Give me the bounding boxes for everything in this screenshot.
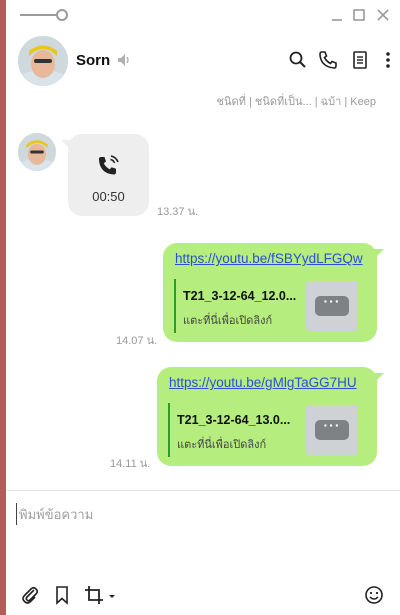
paperclip-icon[interactable] bbox=[20, 585, 40, 605]
message-composer[interactable] bbox=[6, 491, 400, 569]
emoji-icon[interactable] bbox=[364, 585, 384, 605]
bookmark-icon[interactable] bbox=[52, 585, 72, 605]
search-icon[interactable] bbox=[288, 50, 308, 70]
link-thumbnail: ··· bbox=[306, 405, 358, 455]
chat-window: Sorn ชนิดที่ | ชนิดที่เป็น... | ฉบ้า | K… bbox=[6, 0, 400, 615]
link-preview-title: T21_3-12-64_13.0... bbox=[177, 413, 291, 427]
chat-header: Sorn bbox=[6, 30, 400, 90]
call-duration: 00:50 bbox=[92, 189, 125, 204]
notes-icon[interactable] bbox=[350, 50, 370, 70]
link-url[interactable]: https://youtu.be/fSBYydLFGQw bbox=[175, 251, 363, 266]
composer-toolbar bbox=[6, 580, 400, 612]
message-list[interactable]: ชนิดที่ | ชนิดที่เป็น... | ฉบ้า | Keep 0… bbox=[6, 90, 400, 490]
message-time: 14.11 น. bbox=[110, 458, 151, 470]
link-message[interactable]: https://youtu.be/gMlgTaGG7HU T21_3-12-64… bbox=[157, 367, 384, 466]
speaker-icon[interactable] bbox=[116, 52, 132, 68]
message-time: 13.37 น. bbox=[157, 206, 199, 218]
maximize-icon[interactable] bbox=[350, 6, 368, 24]
truncated-message-text: ชนิดที่ | ชนิดที่เป็น... | ฉบ้า | Keep bbox=[216, 96, 376, 108]
minimize-icon[interactable] bbox=[328, 6, 346, 24]
message-input[interactable] bbox=[16, 503, 386, 525]
link-preview-card[interactable]: T21_3-12-64_12.0... แตะที่นี่เพื่อเปิดลิ… bbox=[174, 279, 364, 333]
phone-icon[interactable] bbox=[318, 50, 338, 70]
more-vertical-icon[interactable] bbox=[378, 50, 398, 70]
link-thumbnail: ··· bbox=[306, 281, 358, 331]
link-preview-subtitle: แตะที่นี่เพื่อเปิดลิงก์ bbox=[177, 439, 267, 451]
pin-slider-icon[interactable] bbox=[20, 9, 68, 21]
call-icon bbox=[96, 153, 122, 179]
contact-avatar[interactable] bbox=[18, 36, 68, 86]
voice-call-message[interactable]: 00:50 bbox=[61, 134, 149, 216]
title-bar bbox=[6, 0, 400, 30]
chevron-down-icon[interactable] bbox=[107, 585, 117, 605]
link-message[interactable]: https://youtu.be/fSBYydLFGQw T21_3-12-64… bbox=[163, 243, 384, 342]
link-url[interactable]: https://youtu.be/gMlgTaGG7HU bbox=[169, 375, 357, 390]
link-preview-card[interactable]: T21_3-12-64_13.0... แตะที่นี่เพื่อเปิดลิ… bbox=[168, 403, 365, 457]
link-preview-title: T21_3-12-64_12.0... bbox=[183, 289, 297, 303]
message-time: 14.07 น. bbox=[116, 335, 158, 347]
contact-name[interactable]: Sorn bbox=[76, 52, 110, 69]
link-preview-subtitle: แตะที่นี่เพื่อเปิดลิงก์ bbox=[183, 315, 273, 327]
sender-avatar[interactable] bbox=[18, 133, 56, 171]
crop-icon[interactable] bbox=[84, 585, 104, 605]
close-icon[interactable] bbox=[374, 6, 392, 24]
